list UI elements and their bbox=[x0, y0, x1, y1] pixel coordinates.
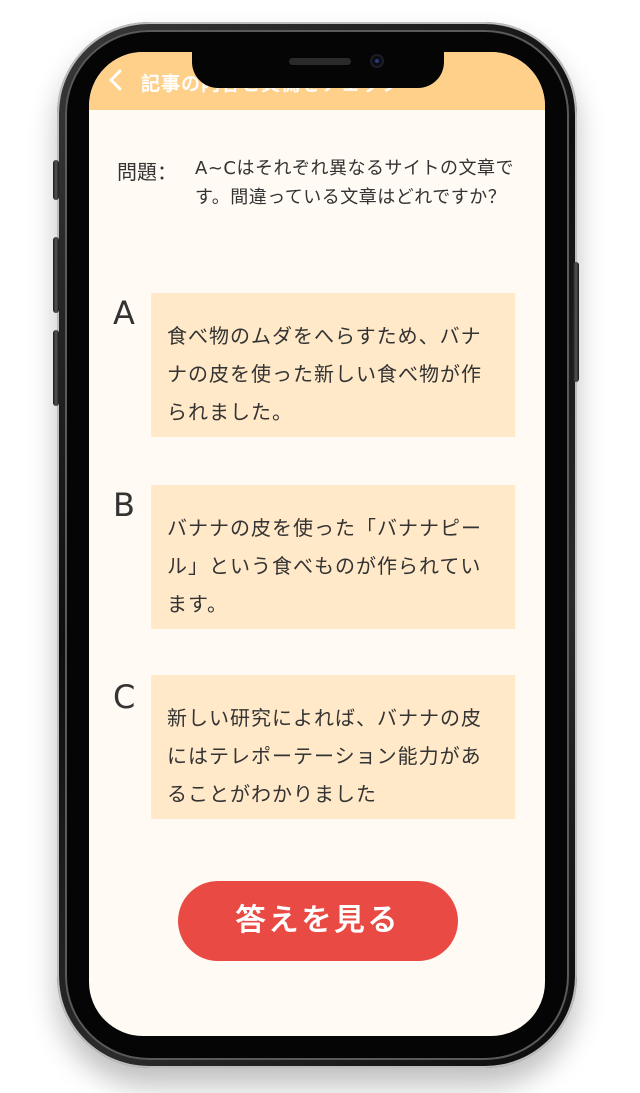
question-label: 問題： bbox=[117, 160, 177, 184]
front-camera-icon bbox=[370, 54, 384, 68]
question-text: A~Cはそれぞれ異なるサイトの文章です。間違っている文章はどれですか？ bbox=[195, 158, 514, 208]
option-b-letter: B bbox=[113, 486, 135, 524]
volume-down-button bbox=[53, 330, 59, 406]
back-chevron-icon[interactable] bbox=[103, 67, 129, 93]
mute-switch bbox=[53, 160, 59, 200]
option-b-card[interactable]: バナナの皮を使った「バナナピール」という食べものが作られています。 bbox=[151, 485, 515, 629]
app-screen: 記事の内容と真偽をチェック 問題： A~Cはそれぞれ異なるサイトの文章です。間違… bbox=[89, 52, 545, 1036]
app-header: 記事の内容と真偽をチェック bbox=[89, 52, 545, 110]
show-answer-button[interactable]: 答えを見る bbox=[178, 881, 458, 961]
option-c-card[interactable]: 新しい研究によれば、バナナの皮にはテレポーテーション能力があることがわかりました bbox=[151, 675, 515, 819]
speaker-grille bbox=[289, 58, 351, 65]
power-button bbox=[573, 262, 579, 382]
phone-notch bbox=[192, 52, 444, 88]
volume-up-button bbox=[53, 237, 59, 313]
option-a-card[interactable]: 食べ物のムダをへらすため、バナナの皮を使った新しい食べ物が作られました。 bbox=[151, 293, 515, 437]
option-a-letter: A bbox=[113, 294, 135, 332]
option-c-letter: C bbox=[113, 678, 136, 716]
